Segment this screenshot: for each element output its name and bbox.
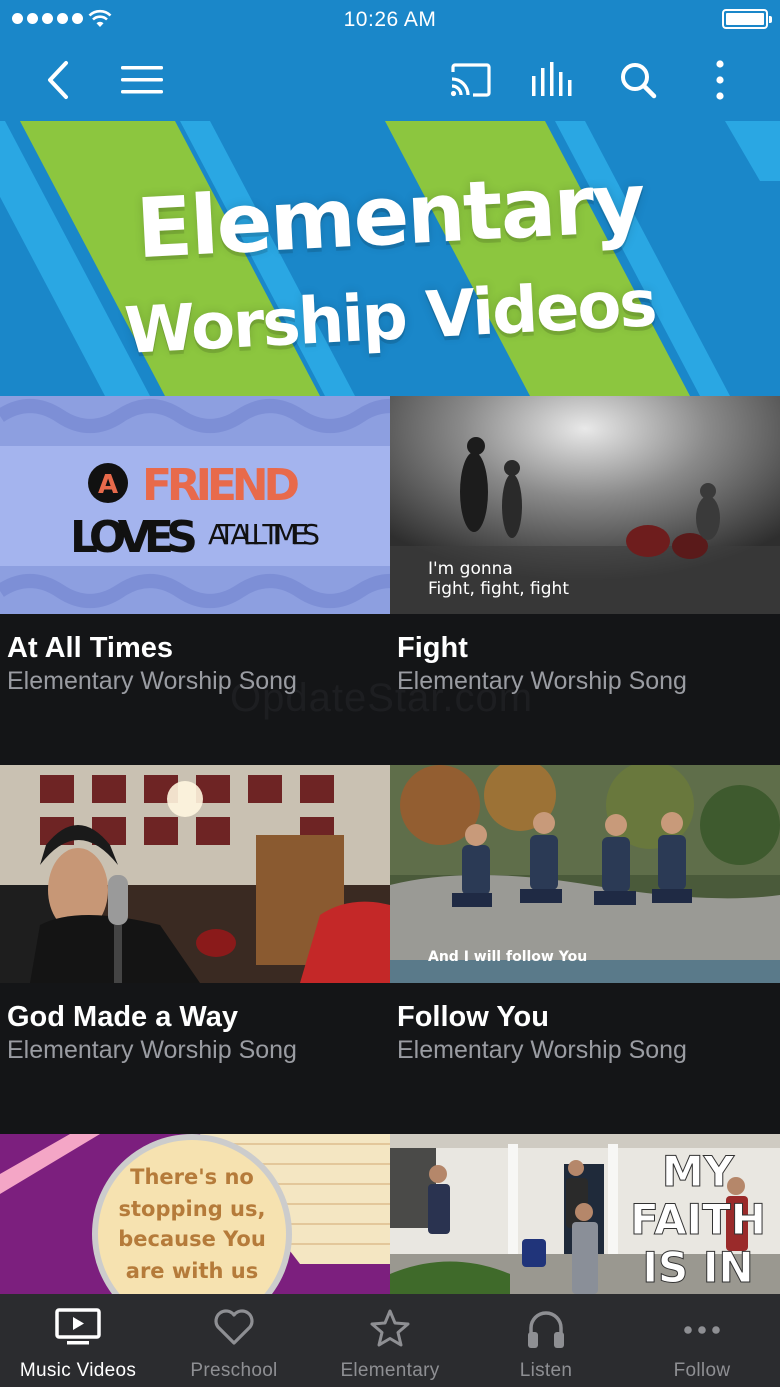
video-thumbnail[interactable]: I'm gonna Fight, fight, fight xyxy=(390,396,780,614)
more-horizontal-icon xyxy=(683,1322,721,1340)
video-thumbnail[interactable]: MY FAITH IS IN xyxy=(390,1134,780,1294)
video-subtitle: Elementary Worship Song xyxy=(397,1036,687,1064)
video-title[interactable]: Follow You xyxy=(397,1001,549,1034)
video-thumbnail[interactable] xyxy=(0,765,390,983)
thumb-text-at-all-times: AT ALL TIMES xyxy=(208,518,320,551)
status-bar: 10:26 AM xyxy=(0,0,780,40)
thumb-text-friend: FRIEND xyxy=(142,460,300,511)
video-thumbnail[interactable]: And I will follow You xyxy=(390,765,780,983)
menu-icon[interactable] xyxy=(114,52,170,108)
tv-play-icon xyxy=(55,1308,101,1351)
thumb-caption: And I will follow You xyxy=(428,949,587,965)
back-icon[interactable] xyxy=(30,52,86,108)
video-title[interactable]: God Made a Way xyxy=(7,1001,238,1034)
tab-listen[interactable]: Listen xyxy=(468,1294,624,1387)
battery-icon xyxy=(722,9,772,29)
video-thumbnail[interactable]: There's no stopping us, because You are … xyxy=(0,1134,390,1294)
video-card[interactable]: God Made a Way Elementary Worship Song xyxy=(0,765,390,1134)
video-card[interactable]: There's no stopping us, because You are … xyxy=(0,1134,390,1294)
tab-label: Music Videos xyxy=(19,1360,137,1381)
thumbnail-art: I'm gonna Fight, fight, fight xyxy=(390,396,780,614)
app-bar xyxy=(0,40,780,121)
video-title[interactable]: At All Times xyxy=(7,632,173,665)
thumb-text-circle: A xyxy=(98,470,118,500)
tab-follow[interactable]: Follow xyxy=(624,1294,780,1387)
watermark: OpdateStar.com xyxy=(230,676,534,720)
thumbnail-art: MY FAITH IS IN xyxy=(390,1134,780,1294)
thumb-lyric-line4: are with us xyxy=(126,1259,258,1283)
thumbnail-art: A FRIEND LOVES AT ALL TIMES xyxy=(0,396,390,614)
video-subtitle: Elementary Worship Song xyxy=(7,1036,297,1064)
equalizer-icon[interactable] xyxy=(526,52,582,108)
thumbnail-art: There's no stopping us, because You are … xyxy=(0,1134,390,1294)
category-banner: Elementary Worship Videos xyxy=(0,121,780,396)
tab-elementary[interactable]: Elementary xyxy=(312,1294,468,1387)
thumb-text-line3: IS IN xyxy=(642,1243,753,1292)
bottom-tab-bar: Music Videos Preschool Elementary Listen… xyxy=(0,1294,780,1387)
thumb-lyric-line2: stopping us, xyxy=(119,1197,266,1221)
tab-label: Elementary xyxy=(340,1360,440,1381)
thumb-lyric-line3: because You xyxy=(118,1227,266,1251)
thumb-text-line2: FAITH xyxy=(630,1195,766,1244)
thumbnail-art xyxy=(0,765,390,983)
search-icon[interactable] xyxy=(610,52,666,108)
cast-icon[interactable] xyxy=(443,52,499,108)
video-card[interactable]: MY FAITH IS IN xyxy=(390,1134,780,1294)
thumb-lyric-line1: I'm gonna xyxy=(428,559,513,579)
heart-icon xyxy=(213,1308,255,1351)
more-vertical-icon[interactable] xyxy=(692,52,748,108)
video-thumbnail[interactable]: A FRIEND LOVES AT ALL TIMES xyxy=(0,396,390,614)
headphones-icon xyxy=(526,1308,566,1355)
thumb-text-line1: MY xyxy=(662,1147,735,1196)
thumb-lyric-line1: There's no xyxy=(130,1165,254,1189)
thumb-lyric-line2: Fight, fight, fight xyxy=(428,579,569,599)
tab-label: Listen xyxy=(519,1360,573,1381)
tab-label: Preschool xyxy=(190,1360,278,1381)
video-title[interactable]: Fight xyxy=(397,632,468,665)
tab-label: Follow xyxy=(673,1360,731,1381)
thumbnail-art: And I will follow You xyxy=(390,765,780,983)
thumb-text-loves: LOVES xyxy=(70,512,198,563)
status-time: 10:26 AM xyxy=(343,8,437,31)
tab-music-videos[interactable]: Music Videos xyxy=(0,1294,156,1387)
star-icon xyxy=(369,1308,411,1353)
tab-preschool[interactable]: Preschool xyxy=(156,1294,312,1387)
video-card[interactable]: And I will follow You Follow You Element… xyxy=(390,765,780,1134)
